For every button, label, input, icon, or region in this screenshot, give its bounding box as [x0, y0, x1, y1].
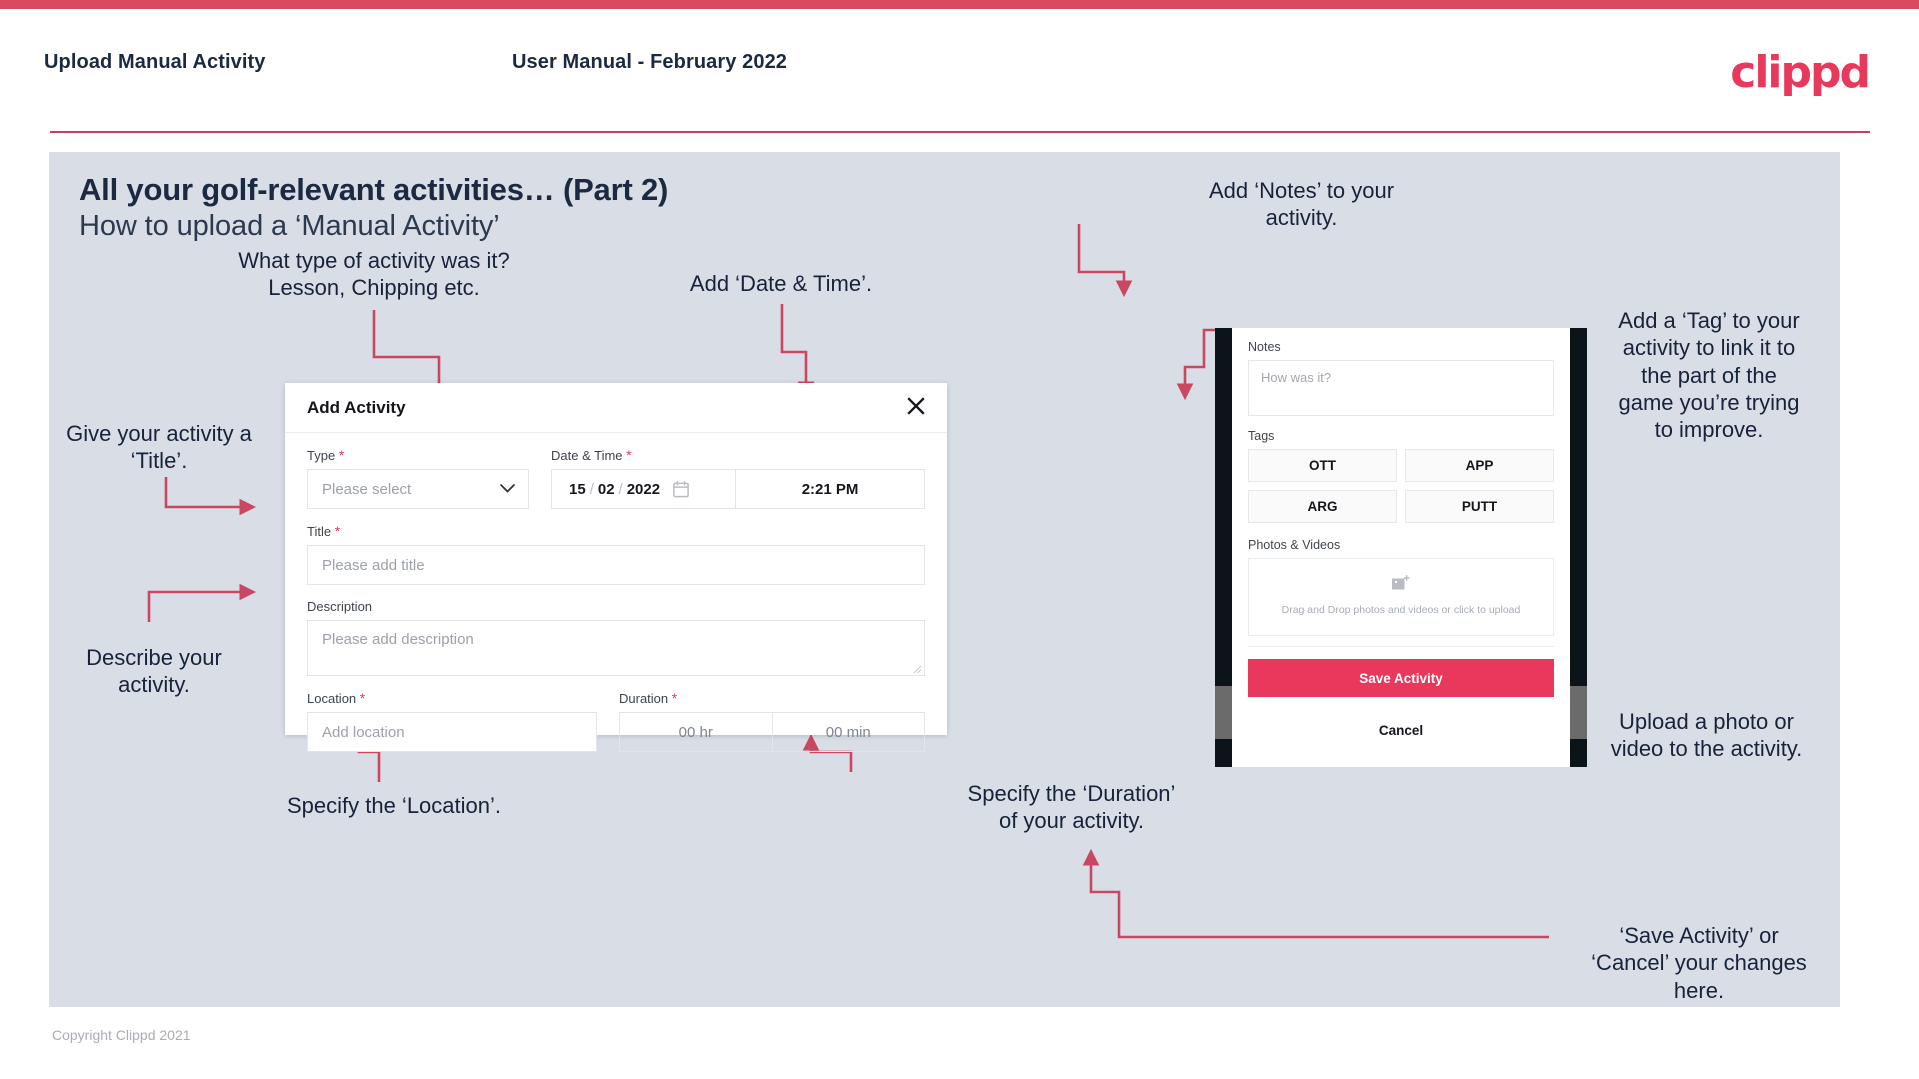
annotation-title: Give your activity a ‘Title’.	[66, 421, 252, 474]
datetime-control[interactable]: 15 / 02 / 2022 2:21 PM	[551, 469, 925, 509]
phone-tags-grid: OTT APP ARG PUTT	[1248, 449, 1554, 523]
copyright-text: Copyright Clippd 2021	[52, 1027, 191, 1043]
close-icon[interactable]	[902, 392, 930, 420]
tag-arg[interactable]: ARG	[1248, 490, 1397, 523]
date-month: 02	[597, 480, 615, 498]
add-image-icon	[1391, 575, 1411, 598]
header-center-title: User Manual - February 2022	[512, 51, 788, 73]
annotation-datetime: Add ‘Date & Time’.	[689, 271, 873, 296]
phone-notes-input[interactable]: How was it?	[1248, 360, 1554, 416]
tag-ott[interactable]: OTT	[1248, 449, 1397, 482]
phone-mockup: Notes How was it? Tags OTT APP ARG PUTT …	[1215, 328, 1587, 767]
phone-divider	[1248, 646, 1554, 647]
phone-notes-label: Notes	[1248, 340, 1281, 354]
annotation-duration: Specify the ‘Duration’ of your activity.	[967, 781, 1176, 834]
top-accent-bar	[0, 0, 1919, 9]
phone-bezel-left	[1215, 328, 1232, 767]
phone-photos-label: Photos & Videos	[1248, 538, 1341, 552]
header-left-title: Upload Manual Activity	[44, 51, 266, 73]
time-input[interactable]: 2:21 PM	[736, 470, 924, 508]
field-datetime: Date & Time * 15 / 02 / 2022 2:21 PM	[551, 433, 925, 509]
annotation-description: Describe your activity.	[86, 645, 222, 698]
phone-bezel-right	[1570, 328, 1587, 767]
description-textarea[interactable]: Please add description	[307, 620, 925, 676]
phone-upload-text: Drag and Drop photos and videos or click…	[1281, 604, 1521, 617]
annotation-notes: Add ‘Notes’ to your activity.	[1208, 178, 1395, 231]
save-activity-button[interactable]: Save Activity	[1248, 659, 1554, 697]
row-type-datetime: Type * Please select Date & Time * 15 / …	[307, 433, 925, 509]
annotation-location: Specify the ‘Location’.	[286, 793, 502, 818]
tag-putt[interactable]: PUTT	[1405, 490, 1554, 523]
header-divider	[50, 131, 1870, 133]
phone-tags-label: Tags	[1248, 429, 1275, 443]
tag-app[interactable]: APP	[1405, 449, 1554, 482]
slide-subtitle: How to upload a ‘Manual Activity’	[79, 210, 500, 242]
type-label: Type *	[307, 447, 345, 463]
field-location: Location * Add location	[307, 676, 597, 752]
dialog-body: Type * Please select Date & Time * 15 / …	[285, 433, 947, 752]
date-sep-2: /	[618, 480, 623, 498]
description-label: Description	[307, 599, 373, 614]
annotation-type: What type of activity was it? Lesson, Ch…	[238, 248, 510, 301]
row-location-duration: Location * Add location Duration * 00 hr…	[307, 676, 925, 752]
dialog-header: Add Activity	[285, 383, 947, 433]
calendar-icon[interactable]	[673, 480, 689, 498]
dialog-title: Add Activity	[307, 398, 406, 417]
chevron-down-icon	[500, 480, 515, 498]
duration-hours[interactable]: 00 hr	[620, 713, 772, 751]
field-title: Title * Please add title	[307, 523, 925, 585]
field-description: Description Please add description	[307, 599, 925, 676]
datetime-label: Date & Time *	[551, 447, 632, 463]
type-select[interactable]: Please select	[307, 469, 529, 509]
field-duration: Duration * 00 hr 00 min	[619, 676, 925, 752]
slide-page: Upload Manual Activity User Manual - Feb…	[0, 0, 1919, 1079]
page-header: Upload Manual Activity User Manual - Feb…	[0, 9, 1919, 133]
type-placeholder: Please select	[322, 480, 412, 498]
title-input[interactable]: Please add title	[307, 545, 925, 585]
phone-screen: Notes How was it? Tags OTT APP ARG PUTT …	[1232, 328, 1570, 767]
slide-canvas: All your golf-relevant activities… (Part…	[49, 152, 1840, 1007]
annotation-tags: Add a ‘Tag’ to your activity to link it …	[1618, 308, 1800, 443]
duration-control[interactable]: 00 hr 00 min	[619, 712, 925, 752]
date-sep-1: /	[589, 480, 594, 498]
cancel-button[interactable]: Cancel	[1248, 723, 1554, 738]
annotation-save-cancel: ‘Save Activity’ or ‘Cancel’ your changes…	[1591, 923, 1807, 1003]
description-placeholder: Please add description	[322, 631, 474, 648]
field-type: Type * Please select	[307, 433, 529, 509]
phone-upload-dropzone[interactable]: Drag and Drop photos and videos or click…	[1248, 558, 1554, 636]
slide-title: All your golf-relevant activities… (Part…	[79, 172, 669, 207]
duration-label: Duration *	[619, 690, 678, 706]
date-year: 2022	[626, 480, 661, 498]
resize-grip-icon[interactable]	[913, 665, 922, 674]
title-placeholder: Please add title	[322, 556, 425, 574]
date-input[interactable]: 15 / 02 / 2022	[552, 470, 689, 508]
add-activity-dialog: Add Activity Type * Please select Date &…	[285, 383, 947, 752]
duration-minutes[interactable]: 00 min	[773, 713, 925, 751]
title-label: Title *	[307, 523, 341, 539]
annotation-photos: Upload a photo or video to the activity.	[1610, 709, 1803, 762]
location-placeholder: Add location	[322, 723, 405, 741]
clippd-logo: clippd	[1730, 47, 1871, 98]
date-day: 15	[569, 480, 586, 498]
location-input[interactable]: Add location	[307, 712, 597, 752]
location-label: Location *	[307, 690, 366, 706]
